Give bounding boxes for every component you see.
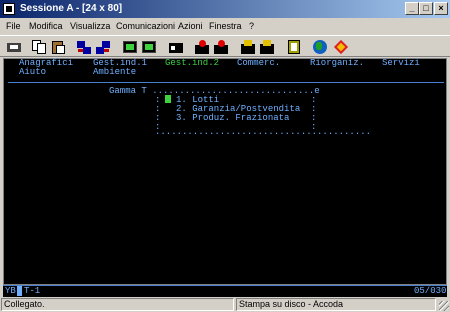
resize-grip-icon[interactable] <box>439 301 449 311</box>
term-menu-gest2[interactable]: Gest.ind.2 <box>165 59 219 68</box>
print-status: Stampa su disco - Accoda <box>236 298 436 311</box>
menu-file[interactable]: File <box>6 18 21 35</box>
maximize-icon[interactable]: □ <box>419 2 433 15</box>
oia-cursor <box>17 286 22 296</box>
receive-file-icon[interactable] <box>95 39 111 55</box>
separator-line <box>8 82 444 83</box>
window-title: Sessione A - [24 x 80] <box>20 3 123 14</box>
session-icon[interactable] <box>259 39 275 55</box>
term-menu-servizi[interactable]: Servizi <box>382 59 420 68</box>
text-cursor <box>165 95 171 103</box>
record-macro-icon[interactable] <box>194 39 210 55</box>
color-map-icon[interactable] <box>141 39 157 55</box>
operator-info-area: YB T-1 05/030 <box>3 285 447 297</box>
menu-modifica[interactable]: Modifica <box>29 18 63 35</box>
connection-status: Collegato. <box>1 298 234 311</box>
term-menu-riorganiz[interactable]: Riorganiz. <box>310 59 364 68</box>
display-icon[interactable] <box>122 39 138 55</box>
toolbar <box>0 35 450 57</box>
app-icon[interactable] <box>3 3 15 15</box>
term-menu-aiuto[interactable]: Aiuto <box>19 68 46 77</box>
copy-icon[interactable] <box>31 39 47 55</box>
title-bar: Sessione A - [24 x 80] _ □ × <box>0 0 450 18</box>
menu-comunicazioni[interactable]: Comunicazioni <box>116 18 175 35</box>
menu-finestra[interactable]: Finestra <box>209 18 242 35</box>
menu-help[interactable]: ? <box>249 18 254 35</box>
play-macro-icon[interactable] <box>213 39 229 55</box>
terminal-screen[interactable]: Anagrafici Gest.ind.1 Gest.ind.2 Commerc… <box>3 58 447 285</box>
send-file-icon[interactable] <box>76 39 92 55</box>
term-menu-commerc[interactable]: Commerc. <box>237 59 280 68</box>
menu-azioni[interactable]: Azioni <box>178 18 203 35</box>
popup-bottom-border: ........................................ <box>155 127 372 137</box>
print-screen-icon[interactable] <box>6 39 22 55</box>
close-icon[interactable]: × <box>434 2 448 15</box>
term-menu-ambiente[interactable]: Ambiente <box>93 68 136 77</box>
oia-field: T-1 <box>24 286 41 296</box>
menu-visualizza[interactable]: Visualizza <box>70 18 110 35</box>
help-icon[interactable] <box>333 39 349 55</box>
oia-status: YB <box>5 286 16 296</box>
globe-icon[interactable] <box>312 39 328 55</box>
cursor-position: 05/030 <box>414 286 447 296</box>
macro-icon[interactable] <box>168 39 184 55</box>
status-bar: Collegato. Stampa su disco - Accoda <box>0 298 450 312</box>
clipboard-icon[interactable] <box>286 39 302 55</box>
menu-bar: File Modifica Visualizza Comunicazioni A… <box>0 18 450 35</box>
paste-icon[interactable] <box>50 39 66 55</box>
minimize-icon[interactable]: _ <box>405 2 419 15</box>
popup-option-produz[interactable]: 3. Produz. Frazionata <box>176 114 289 123</box>
keyboard-map-icon[interactable] <box>240 39 256 55</box>
